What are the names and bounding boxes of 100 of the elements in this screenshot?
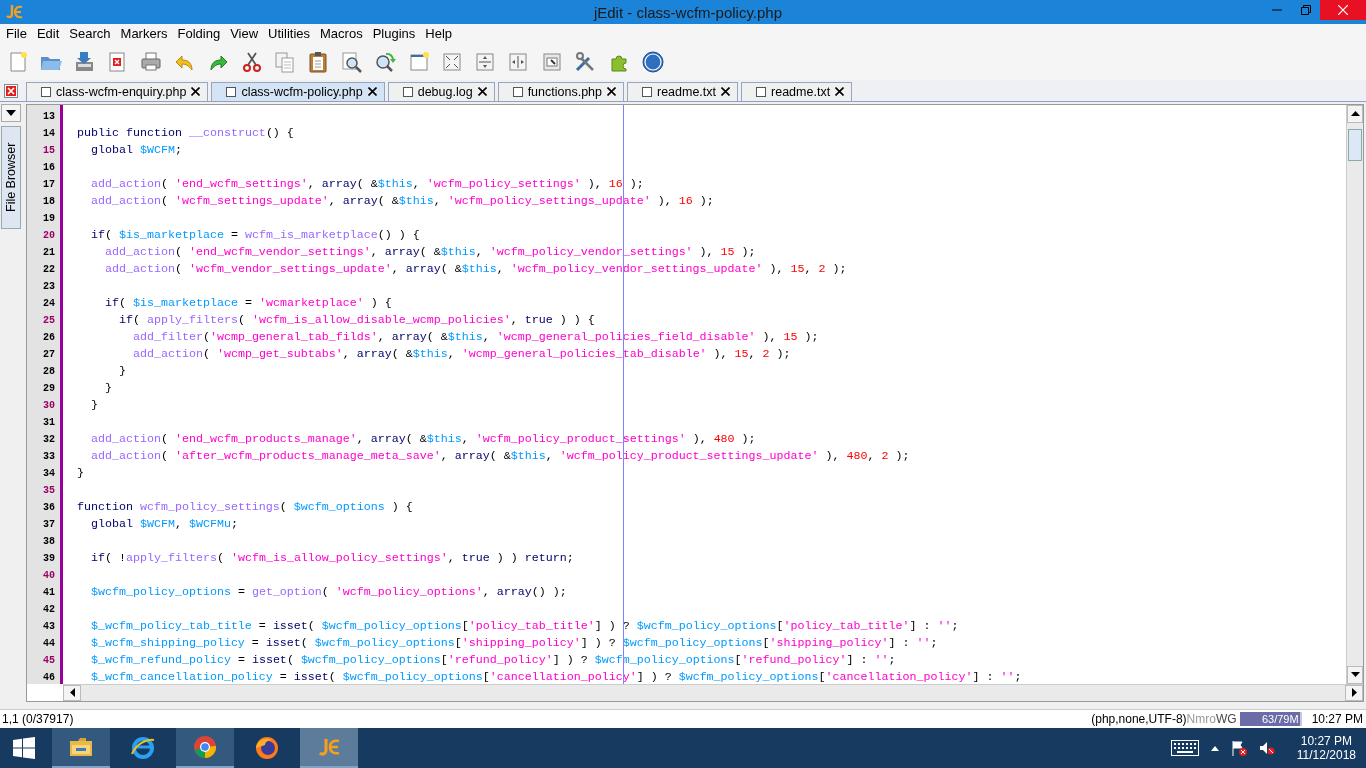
line-number: 19	[42, 211, 56, 226]
menu-item[interactable]: View	[226, 26, 263, 42]
close-tab-icon[interactable]	[367, 87, 377, 97]
code-line: add_action( 'wcfm_vendor_settings_update', array( &$this, 'wcfm_policy_vendor_settings_update' ), 15, 2 );	[103, 260, 847, 278]
line-number: 36	[42, 500, 56, 515]
line-number: 37	[42, 517, 56, 532]
code-line: add_action( 'wcfm_settings_update', array( &$this, 'wcfm_policy_settings_update' ), 16 );	[89, 192, 714, 210]
close-tab-icon[interactable]	[191, 87, 201, 97]
line-number: 41	[42, 585, 56, 600]
vertical-scrollbar[interactable]	[1346, 104, 1363, 684]
line-number: 24	[42, 296, 56, 311]
status-flag[interactable]: W	[1215, 711, 1228, 726]
muted-speaker-icon[interactable]	[1258, 740, 1275, 756]
tab-label[interactable]: readme.txt	[657, 84, 717, 99]
checkbox-icon	[642, 86, 652, 97]
menu-item[interactable]: Help	[421, 26, 457, 42]
dropdown-button[interactable]	[1, 103, 21, 122]
left-arrow-icon[interactable]	[69, 688, 75, 698]
file-tab[interactable]: class-wcfm-policy.php	[211, 81, 385, 101]
menu-item[interactable]: Search	[65, 26, 115, 42]
clock-date[interactable]: 11/12/2018	[1296, 748, 1356, 762]
print-icon[interactable]	[138, 49, 163, 74]
line-number: 34	[42, 466, 56, 481]
app-logo-icon	[6, 3, 24, 21]
code-line: }	[103, 379, 112, 397]
code-line: add_filter('wcmp_general_tab_filds', array( &$this, 'wcmp_general_policies_field_disable' ), 15 );	[131, 328, 819, 346]
menu-item[interactable]: Utilities	[264, 26, 314, 42]
close-button[interactable]	[1320, 0, 1366, 20]
line-number: 46	[42, 670, 56, 684]
file-tab[interactable]: functions.php	[497, 81, 624, 101]
checkbox-icon	[756, 86, 767, 97]
close-tab-icon[interactable]	[835, 87, 845, 97]
buffer-mode: (php,none,UTF-8)	[1091, 711, 1187, 726]
file-tab[interactable]: class-wcfm-enquiry.php	[26, 81, 209, 101]
checkbox-icon	[512, 86, 523, 97]
horizontal-scrollbar[interactable]	[63, 683, 1363, 701]
line-number: 29	[42, 381, 56, 396]
browser-icon	[129, 734, 157, 762]
code-line: $_wcfm_cancellation_policy = isset( $wcfm_policy_options['cancellation_policy'] ) ? $wcfm_policy_options['cancellation_policy'] : '';	[89, 668, 1022, 684]
line-number: 26	[42, 330, 56, 345]
checkbox-icon	[41, 86, 51, 97]
menu-item[interactable]: Plugins	[368, 26, 420, 42]
line-number: 33	[42, 449, 56, 464]
browser-icon	[191, 733, 219, 761]
code-line: add_action( 'wcmp_get_subtabs', array( &$this, 'wcmp_general_policies_tab_disable' ), 15, 2 );	[131, 345, 791, 363]
close-tab-icon[interactable]	[721, 87, 731, 97]
line-number: 39	[42, 551, 56, 566]
close-tab-icon[interactable]	[477, 87, 487, 97]
file-tab[interactable]: readme.txt	[741, 81, 853, 101]
file-tab[interactable]: readme.txt	[627, 81, 739, 101]
code-line: if( $is_marketplace = wcfm_is_marketplace() ) {	[89, 226, 420, 244]
line-number: 40	[42, 568, 56, 583]
window-title: jEdit - class-wcfm-policy.php	[592, 3, 784, 21]
close-tab-icon[interactable]	[607, 87, 616, 97]
up-arrow-icon[interactable]	[1350, 111, 1360, 117]
keyboard-icon[interactable]	[1170, 740, 1199, 756]
flag-icon[interactable]	[1230, 740, 1247, 756]
line-number: 13	[42, 109, 56, 124]
start-icon[interactable]	[13, 737, 35, 759]
line-number: 44	[42, 636, 56, 651]
menu-item[interactable]: Markers	[116, 26, 172, 42]
line-number: 42	[42, 602, 56, 617]
search-icon[interactable]	[339, 49, 364, 74]
tab-label[interactable]: class-wcfm-enquiry.php	[56, 84, 187, 99]
code-line: }	[89, 396, 98, 414]
tab-label[interactable]: readme.txt	[771, 84, 831, 99]
line-number: 14	[42, 126, 56, 141]
menu-item[interactable]: Folding	[173, 26, 225, 42]
menu-item[interactable]: Macros	[316, 26, 367, 42]
tab-label[interactable]: class-wcfm-policy.php	[241, 84, 363, 99]
tab-label[interactable]: debug.log	[417, 84, 473, 99]
line-number: 21	[42, 245, 56, 260]
status-flag[interactable]: G	[1227, 711, 1237, 726]
clock-time[interactable]: 10:27 PM	[1300, 734, 1353, 748]
line-number: 28	[42, 364, 56, 379]
file-browser-tab[interactable]: File Browser	[1, 125, 21, 229]
tab-label[interactable]: functions.php	[527, 84, 602, 99]
menu-item[interactable]: Edit	[32, 26, 64, 42]
down-arrow-icon[interactable]	[1350, 672, 1360, 678]
code-line: global $WCFM, $WCFMu;	[89, 515, 238, 533]
line-number: 17	[42, 177, 56, 192]
line-number: 35	[42, 483, 56, 498]
file-tab[interactable]: debug.log	[387, 81, 495, 101]
checkbox-icon	[402, 86, 413, 97]
scroll-thumb[interactable]	[1348, 128, 1362, 161]
code-line: $wcfm_policy_options = get_option( 'wcfm_policy_options', array() );	[89, 583, 567, 601]
folder-taskbar-button[interactable]	[52, 728, 110, 768]
close-all-icon[interactable]	[4, 83, 18, 98]
memory-reading: 63/79M	[1260, 711, 1300, 726]
caret-icon[interactable]	[1210, 745, 1219, 751]
browser-taskbar-button[interactable]	[176, 728, 234, 768]
right-arrow-icon[interactable]	[1351, 688, 1357, 698]
code-line: add_action( 'end_wcfm_vendor_settings', array( &$this, 'wcfm_policy_vendor_settings' ), 15 );	[103, 243, 756, 261]
line-number: 43	[42, 619, 56, 634]
code-line: }	[76, 464, 84, 482]
restore-icon	[1300, 5, 1311, 15]
code-line: public function __construct() {	[76, 124, 294, 142]
menu-item[interactable]: File	[2, 26, 31, 42]
line-number: 20	[42, 228, 56, 243]
code-line: }	[117, 362, 126, 380]
